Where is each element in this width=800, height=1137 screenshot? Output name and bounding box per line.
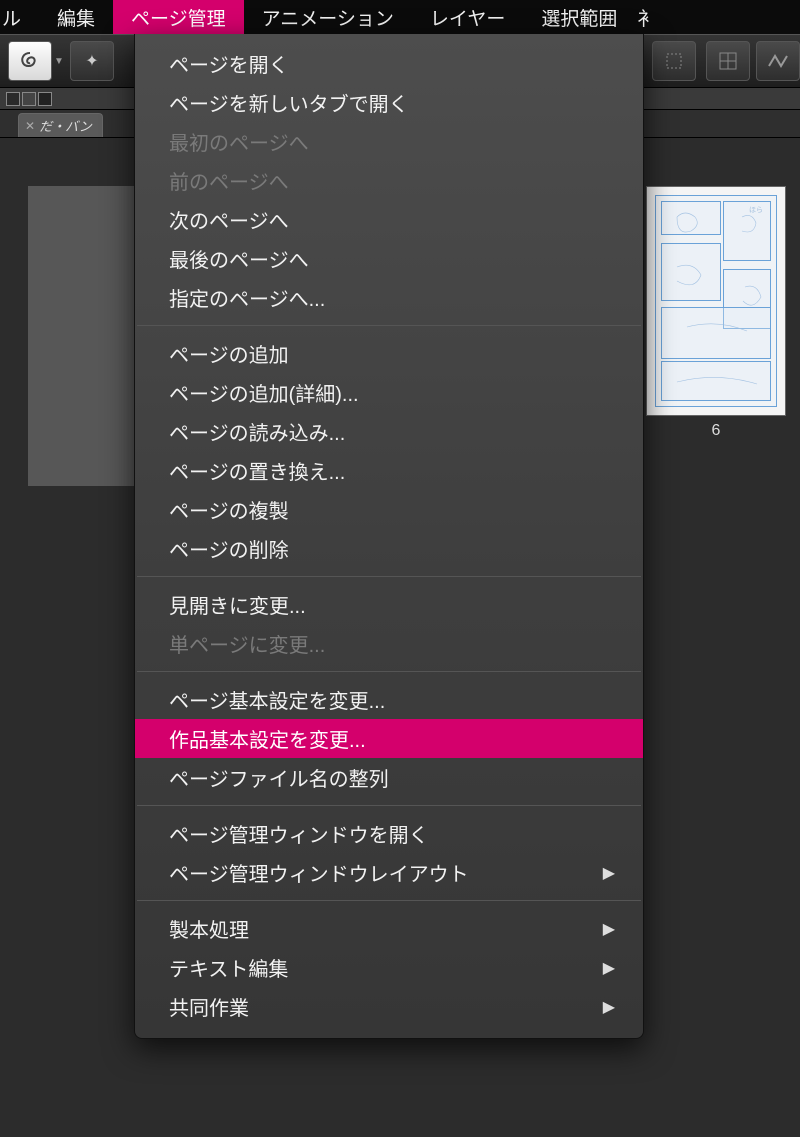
menu-selection[interactable]: 選択範囲 xyxy=(523,0,635,34)
dd-binding[interactable]: 製本処理 ▶ xyxy=(135,909,643,948)
dd-collab[interactable]: 共同作業 ▶ xyxy=(135,987,643,1026)
dd-next-page[interactable]: 次のページへ xyxy=(135,200,643,239)
menubar: ル 編集 ページ管理 アニメーション レイヤー 選択範囲 衤 xyxy=(0,0,800,34)
page-thumb-placeholder xyxy=(28,186,136,486)
dd-add-page-detail[interactable]: ページの追加(詳細)... xyxy=(135,373,643,412)
dd-binding-label: 製本処理 xyxy=(169,914,249,943)
page-thumb-6[interactable]: ほら 6 xyxy=(646,186,786,440)
dd-delete-page[interactable]: ページの削除 xyxy=(135,529,643,568)
tool-swirl-icon[interactable] xyxy=(8,41,52,81)
dd-first-page: 最初のページへ xyxy=(135,122,643,161)
tool-zigzag-icon[interactable] xyxy=(756,41,800,81)
dd-text-edit-label: テキスト編集 xyxy=(169,953,288,982)
dd-to-spread[interactable]: 見開きに変更... xyxy=(135,585,643,624)
dd-to-single: 単ページに変更... xyxy=(135,624,643,663)
dd-separator xyxy=(137,325,641,326)
dd-separator xyxy=(137,576,641,577)
menu-page-manage[interactable]: ページ管理 xyxy=(113,0,244,34)
page-manage-dropdown: ページを開く ページを新しいタブで開く 最初のページへ 前のページへ 次のページ… xyxy=(134,34,644,1039)
dd-pm-layout-label: ページ管理ウィンドウレイアウト xyxy=(169,858,469,887)
tab-close-icon[interactable]: ✕ xyxy=(25,119,35,133)
panel-max-icon[interactable] xyxy=(38,92,52,106)
dd-prev-page: 前のページへ xyxy=(135,161,643,200)
panel-min-icon[interactable] xyxy=(6,92,20,106)
submenu-arrow-icon: ▶ xyxy=(603,997,615,1017)
menu-cut-right[interactable]: 衤 xyxy=(635,0,674,34)
menu-animation[interactable]: アニメーション xyxy=(244,0,412,34)
dd-text-edit[interactable]: テキスト編集 ▶ xyxy=(135,948,643,987)
dd-work-settings[interactable]: 作品基本設定を変更... xyxy=(135,719,643,758)
menu-file-cut[interactable]: ル xyxy=(0,0,39,34)
dd-goto-page[interactable]: 指定のページへ... xyxy=(135,278,643,317)
dd-separator xyxy=(137,805,641,806)
tool-sparkle-icon[interactable]: ✦ xyxy=(70,41,114,81)
dropdown-arrow-icon[interactable]: ▼ xyxy=(54,56,64,67)
dd-add-page[interactable]: ページの追加 xyxy=(135,334,643,373)
tool-generic-icon[interactable] xyxy=(652,41,696,81)
dd-open-new-tab[interactable]: ページを新しいタブで開く xyxy=(135,83,643,122)
dd-import-page[interactable]: ページの読み込み... xyxy=(135,412,643,451)
dd-sort-filenames[interactable]: ページファイル名の整列 xyxy=(135,758,643,797)
page-number-label: 6 xyxy=(712,422,721,440)
dd-separator xyxy=(137,671,641,672)
dd-pm-layout[interactable]: ページ管理ウィンドウレイアウト ▶ xyxy=(135,853,643,892)
dd-open-page[interactable]: ページを開く xyxy=(135,44,643,83)
page-thumb-canvas: ほら xyxy=(646,186,786,416)
document-tab[interactable]: ✕ だ・バン xyxy=(18,113,103,137)
dd-duplicate-page[interactable]: ページの複製 xyxy=(135,490,643,529)
submenu-arrow-icon: ▶ xyxy=(603,919,615,939)
panel-restore-icon[interactable] xyxy=(22,92,36,106)
tab-label: だ・バン xyxy=(39,116,92,135)
dd-last-page[interactable]: 最後のページへ xyxy=(135,239,643,278)
tool-grid-icon[interactable] xyxy=(706,41,750,81)
dd-page-settings[interactable]: ページ基本設定を変更... xyxy=(135,680,643,719)
dd-open-pm-window[interactable]: ページ管理ウィンドウを開く xyxy=(135,814,643,853)
menu-edit[interactable]: 編集 xyxy=(39,0,113,34)
submenu-arrow-icon: ▶ xyxy=(603,958,615,978)
dd-replace-page[interactable]: ページの置き換え... xyxy=(135,451,643,490)
dd-collab-label: 共同作業 xyxy=(169,992,249,1021)
menu-layer[interactable]: レイヤー xyxy=(412,0,523,34)
dd-separator xyxy=(137,900,641,901)
submenu-arrow-icon: ▶ xyxy=(603,863,615,883)
